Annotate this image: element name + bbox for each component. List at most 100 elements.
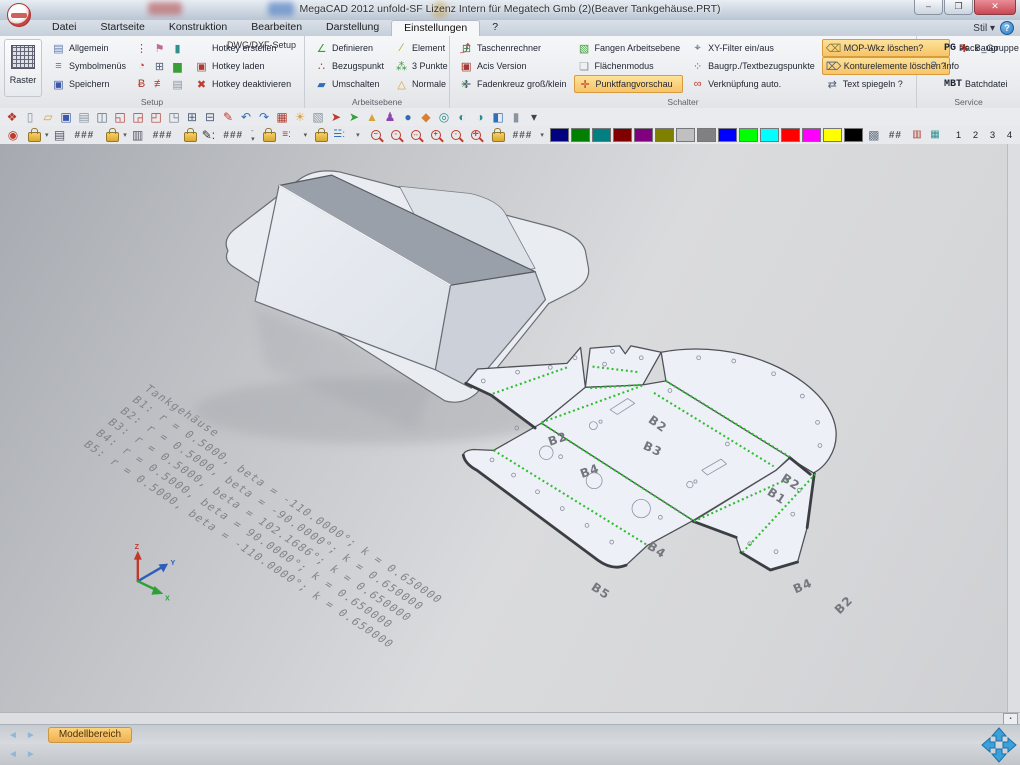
vertical-scrollbar[interactable]: [1007, 144, 1020, 712]
info-button[interactable]: ?Info: [923, 57, 1011, 75]
flaechenmodus-button[interactable]: ❏Flächenmodus: [574, 57, 684, 75]
magnifier-red-button[interactable]: ◔: [131, 57, 149, 75]
color-swatch[interactable]: [571, 128, 590, 142]
object-box-icon[interactable]: ▧: [309, 109, 327, 125]
overflow-dropdown[interactable]: ▾: [525, 109, 543, 125]
umschalten-button[interactable]: ▰Umschalten: [311, 75, 387, 93]
fadenkreuz-button[interactable]: ✛Fadenkreuz groß/klein: [456, 75, 570, 93]
pen-value[interactable]: ###: [223, 130, 243, 141]
zoom-window-button[interactable]: ▫: [391, 130, 401, 140]
save-icon[interactable]: ▣: [57, 109, 75, 125]
definieren-button[interactable]: ∠Definieren: [311, 39, 387, 57]
solid-box-icon[interactable]: ◆: [417, 109, 435, 125]
screen-1-icon[interactable]: ⊞: [183, 109, 201, 125]
workplane-icon[interactable]: ▲: [363, 109, 381, 125]
flat-pattern[interactable]: [463, 346, 836, 570]
lock-icon[interactable]: [263, 132, 276, 142]
layer-number-2[interactable]: 2: [967, 130, 984, 141]
hotkey-laden-button[interactable]: ▣Hotkey laden: [191, 57, 294, 75]
maximize-button[interactable]: ❐: [944, 0, 973, 15]
allgemein-button[interactable]: ▤Allgemein: [48, 39, 129, 57]
chevron-down-icon[interactable]: - ▾: [251, 128, 255, 143]
flag-button[interactable]: ⚑: [149, 39, 167, 57]
hotkey-deaktivieren-button[interactable]: ✖Hotkey deaktivieren: [191, 75, 294, 93]
color-swatch[interactable]: [550, 128, 569, 142]
zoom-fit-button[interactable]: ↔: [411, 130, 421, 140]
open-folder-icon[interactable]: ▱: [39, 109, 57, 125]
cip-button[interactable]: CIP: [1015, 39, 1020, 57]
new-file-icon[interactable]: ▯: [21, 109, 39, 125]
select-red-icon[interactable]: ➤: [327, 109, 345, 125]
speichern-button[interactable]: ▣Speichern: [48, 75, 129, 93]
megacad-logo[interactable]: [7, 3, 31, 27]
acis-version-button[interactable]: ▣Acis Version: [456, 57, 570, 75]
lock-icon[interactable]: [106, 132, 119, 142]
scale-value[interactable]: ###: [513, 130, 533, 141]
verknuepfung-auto-button[interactable]: ∞Verknüpfung auto.: [687, 75, 818, 93]
taschenrechner-button[interactable]: ⊞Taschenrechner: [456, 39, 570, 57]
chevron-down-icon[interactable]: ▾: [123, 131, 127, 139]
minimize-button[interactable]: –: [914, 0, 943, 15]
tab-scroll-right-icon[interactable]: ►: [26, 730, 36, 741]
linewidth-icon[interactable]: ☱:: [330, 127, 348, 143]
dwg-dxf-setup-label[interactable]: DWG/DXF-Setup: [227, 40, 296, 50]
color-swatch[interactable]: [634, 128, 653, 142]
lock-icon[interactable]: [28, 132, 41, 142]
viewport-config-icon[interactable]: ◳: [165, 109, 183, 125]
tab-scroll-left-icon[interactable]: ◄: [8, 730, 18, 741]
dll-button[interactable]: DLL: [1015, 57, 1020, 75]
menu-tab-startseite[interactable]: Startseite: [89, 20, 157, 36]
color-swatch[interactable]: [613, 128, 632, 142]
menu-tab-darstellung[interactable]: Darstellung: [314, 20, 391, 36]
menu-tab-bearbeiten[interactable]: Bearbeiten: [239, 20, 314, 36]
zoom-out-button[interactable]: −: [371, 130, 381, 140]
hatch-style-icon[interactable]: ▥: [908, 127, 926, 143]
redo-icon[interactable]: ↷: [255, 109, 273, 125]
colorbar-button[interactable]: ▆: [167, 57, 185, 75]
status-scroll-right-icon[interactable]: ►: [26, 749, 36, 760]
lock-icon[interactable]: [315, 132, 328, 142]
pattern-top-middle-flap[interactable]: [585, 346, 661, 387]
shade-3-icon[interactable]: ◑: [471, 109, 489, 125]
menu-tab-datei[interactable]: Datei: [40, 20, 89, 36]
hatch-style-2-icon[interactable]: ▦: [926, 127, 944, 143]
viewport-1-icon[interactable]: ◱: [111, 109, 129, 125]
chevron-down-icon[interactable]: ▾: [540, 131, 544, 139]
drawing-canvas[interactable]: Z Y X TankgehäuseB1: r = 0.5000, beta = …: [0, 144, 1008, 712]
help-button[interactable]: ?: [1000, 21, 1014, 35]
color-swatch[interactable]: [739, 128, 758, 142]
symbolmenues-button[interactable]: ≡Symbolmenüs: [48, 57, 129, 75]
undo-icon[interactable]: ↶: [237, 109, 255, 125]
color-swatch[interactable]: [592, 128, 611, 142]
zoom-pan-button[interactable]: ✛: [471, 130, 481, 140]
pack-go-button[interactable]: PGPack _Go: [923, 39, 1011, 57]
batchdatei-button[interactable]: MBTBatchdatei: [923, 75, 1011, 93]
layer-number-3[interactable]: 3: [984, 130, 1001, 141]
tab-modellbereich[interactable]: Modellbereich: [48, 727, 132, 743]
grid-snap-icon[interactable]: ▦: [273, 109, 291, 125]
workspace-tools-icon[interactable]: ❖: [3, 109, 21, 125]
linetype-icon[interactable]: ≡:: [278, 127, 296, 143]
pan-compass-button[interactable]: [980, 726, 1018, 764]
element-button[interactable]: ∕Element: [391, 39, 451, 57]
printer-button[interactable]: ▤: [167, 75, 185, 93]
color-swatch[interactable]: [802, 128, 821, 142]
chevron-down-icon[interactable]: ▾: [356, 131, 360, 139]
ole-button[interactable]: OLE: [1015, 75, 1020, 93]
screen-2-icon[interactable]: ⊟: [201, 109, 219, 125]
color-swatch[interactable]: [844, 128, 863, 142]
cylinder-icon[interactable]: ▮: [507, 109, 525, 125]
viewport-2-icon[interactable]: ◲: [129, 109, 147, 125]
group-doc-icon[interactable]: ▥: [129, 127, 147, 143]
punktfangvorschau-button[interactable]: ✛Punktfangvorschau: [574, 75, 684, 93]
color-swatch[interactable]: [823, 128, 842, 142]
edit-pen-icon[interactable]: ✎: [219, 109, 237, 125]
menu-tab-einstellungen[interactable]: Einstellungen: [391, 20, 480, 37]
layer-number-4[interactable]: 4: [1001, 130, 1018, 141]
layer-value[interactable]: ###: [75, 130, 95, 141]
hide-window-icon[interactable]: ◧: [489, 109, 507, 125]
color-swatch[interactable]: [655, 128, 674, 142]
menu-tab-konstruktion[interactable]: Konstruktion: [157, 20, 239, 36]
texture-icon[interactable]: ▩: [865, 127, 883, 143]
lock-icon[interactable]: [492, 132, 505, 142]
